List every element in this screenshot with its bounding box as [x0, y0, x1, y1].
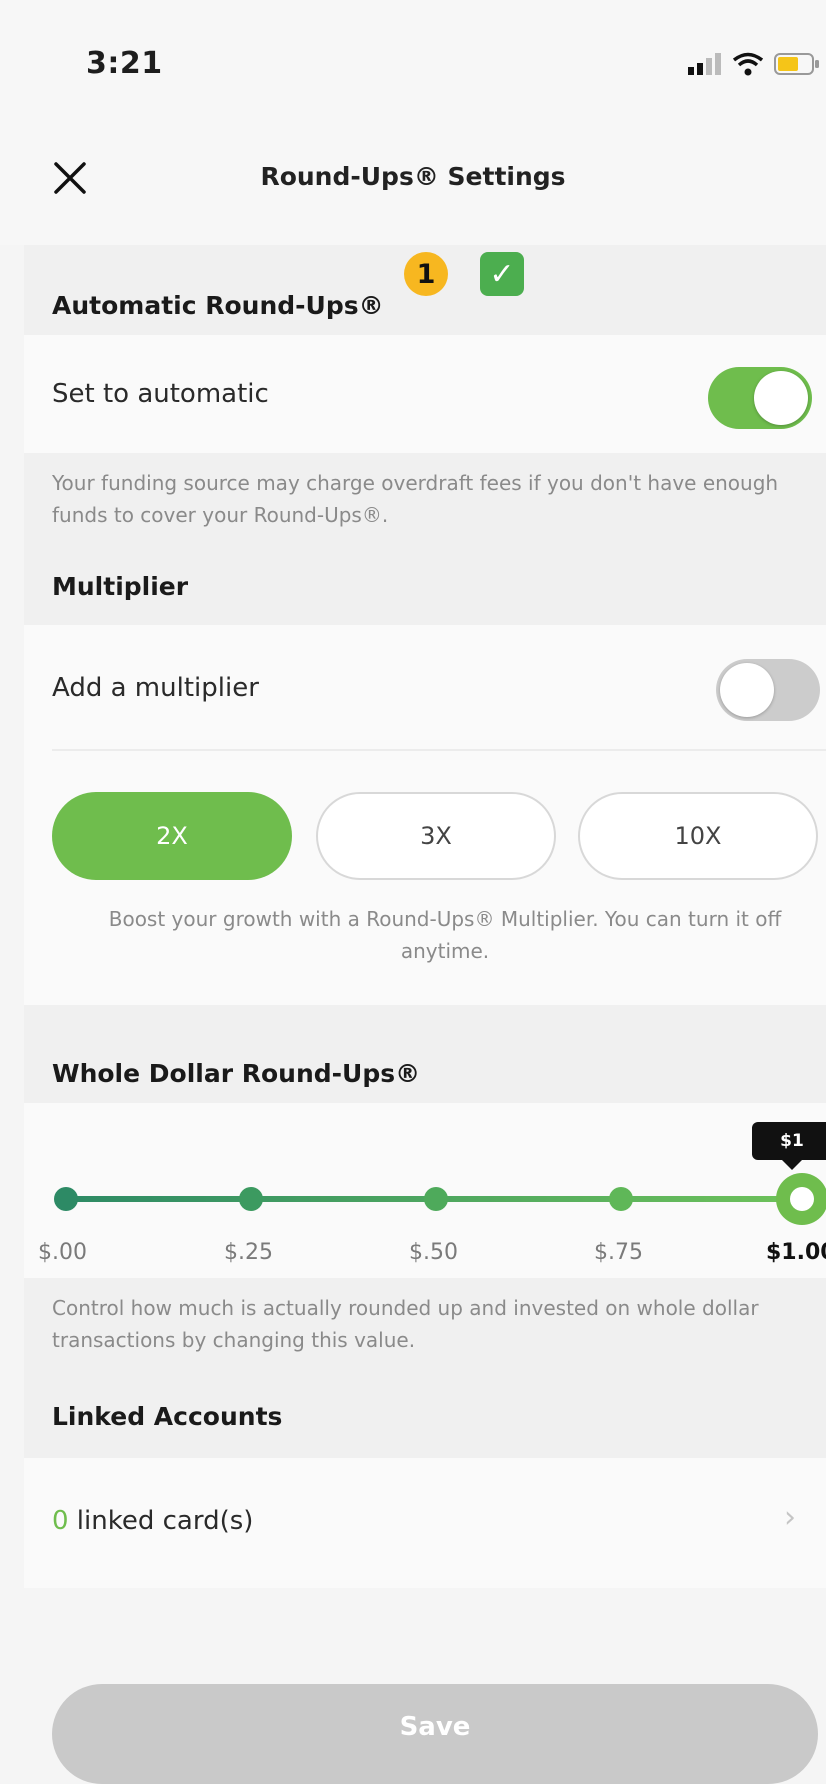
navigation-bar: Round-Ups® Settings — [0, 130, 826, 245]
linked-cards-row[interactable]: 0 linked card(s) › — [24, 1458, 826, 1588]
multiplier-toggle[interactable] — [716, 659, 820, 721]
automatic-toggle-row: Set to automatic — [24, 335, 826, 453]
whole-dollar-section-header: Whole Dollar Round-Ups® — [24, 1005, 826, 1103]
multiplier-option-10x[interactable]: 10X — [578, 792, 818, 880]
wifi-icon — [732, 52, 764, 76]
linked-section-header: Linked Accounts — [24, 1380, 826, 1458]
slider-value-tooltip: $1 — [752, 1122, 826, 1170]
slider-tick-50[interactable] — [424, 1187, 448, 1211]
slider-label-0: $.00 — [38, 1240, 87, 1265]
automatic-toggle-label: Set to automatic — [52, 379, 269, 409]
multiplier-toggle-label: Add a multiplier — [52, 673, 259, 703]
whole-dollar-note: Control how much is actually rounded up … — [52, 1296, 759, 1352]
save-button[interactable]: Save — [52, 1684, 818, 1784]
multiplier-note: Boost your growth with a Round-Ups® Mult… — [108, 907, 782, 963]
automatic-note: Your funding source may charge overdraft… — [24, 453, 826, 550]
slider-tick-25[interactable] — [239, 1187, 263, 1211]
chevron-right-icon: › — [784, 1500, 796, 1535]
status-bar: 3:21 — [0, 0, 826, 130]
linked-cards-label: 0 linked card(s) — [52, 1506, 253, 1536]
divider — [52, 749, 826, 751]
status-time: 3:21 — [86, 46, 163, 81]
linked-section-title: Linked Accounts — [52, 1402, 283, 1431]
toggle-knob — [754, 371, 808, 425]
page-title: Round-Ups® Settings — [260, 162, 566, 191]
signal-icon — [688, 53, 721, 75]
toggle-knob — [720, 663, 774, 717]
slider-tick-75[interactable] — [609, 1187, 633, 1211]
battery-icon — [774, 53, 819, 75]
slider-label-25: $.25 — [224, 1240, 273, 1265]
whole-dollar-note-area: Control how much is actually rounded up … — [24, 1278, 826, 1380]
slider-label-50: $.50 — [409, 1240, 458, 1265]
multiplier-section-header: Multiplier — [24, 550, 826, 625]
checkmark-icon: ✓ — [480, 252, 524, 296]
overdraft-note: Your funding source may charge overdraft… — [52, 471, 779, 527]
linked-cards-count: 0 — [52, 1506, 69, 1536]
multiplier-section-title: Multiplier — [52, 572, 189, 601]
slider-tick-0[interactable] — [54, 1187, 78, 1211]
slider-thumb[interactable] — [776, 1173, 826, 1225]
automatic-section-title: Automatic Round-Ups® — [52, 291, 384, 320]
status-icons — [688, 52, 820, 76]
automatic-toggle[interactable] — [708, 367, 812, 429]
multiplier-option-3x[interactable]: 3X — [316, 792, 556, 880]
slider-label-75: $.75 — [594, 1240, 643, 1265]
multiplier-option-2x[interactable]: 2X — [52, 792, 292, 880]
whole-dollar-section-title: Whole Dollar Round-Ups® — [52, 1059, 421, 1088]
slider-label-100: $1.00 — [766, 1240, 826, 1265]
linked-cards-text: linked card(s) — [68, 1506, 254, 1536]
step-number-badge: 1 — [404, 252, 448, 296]
